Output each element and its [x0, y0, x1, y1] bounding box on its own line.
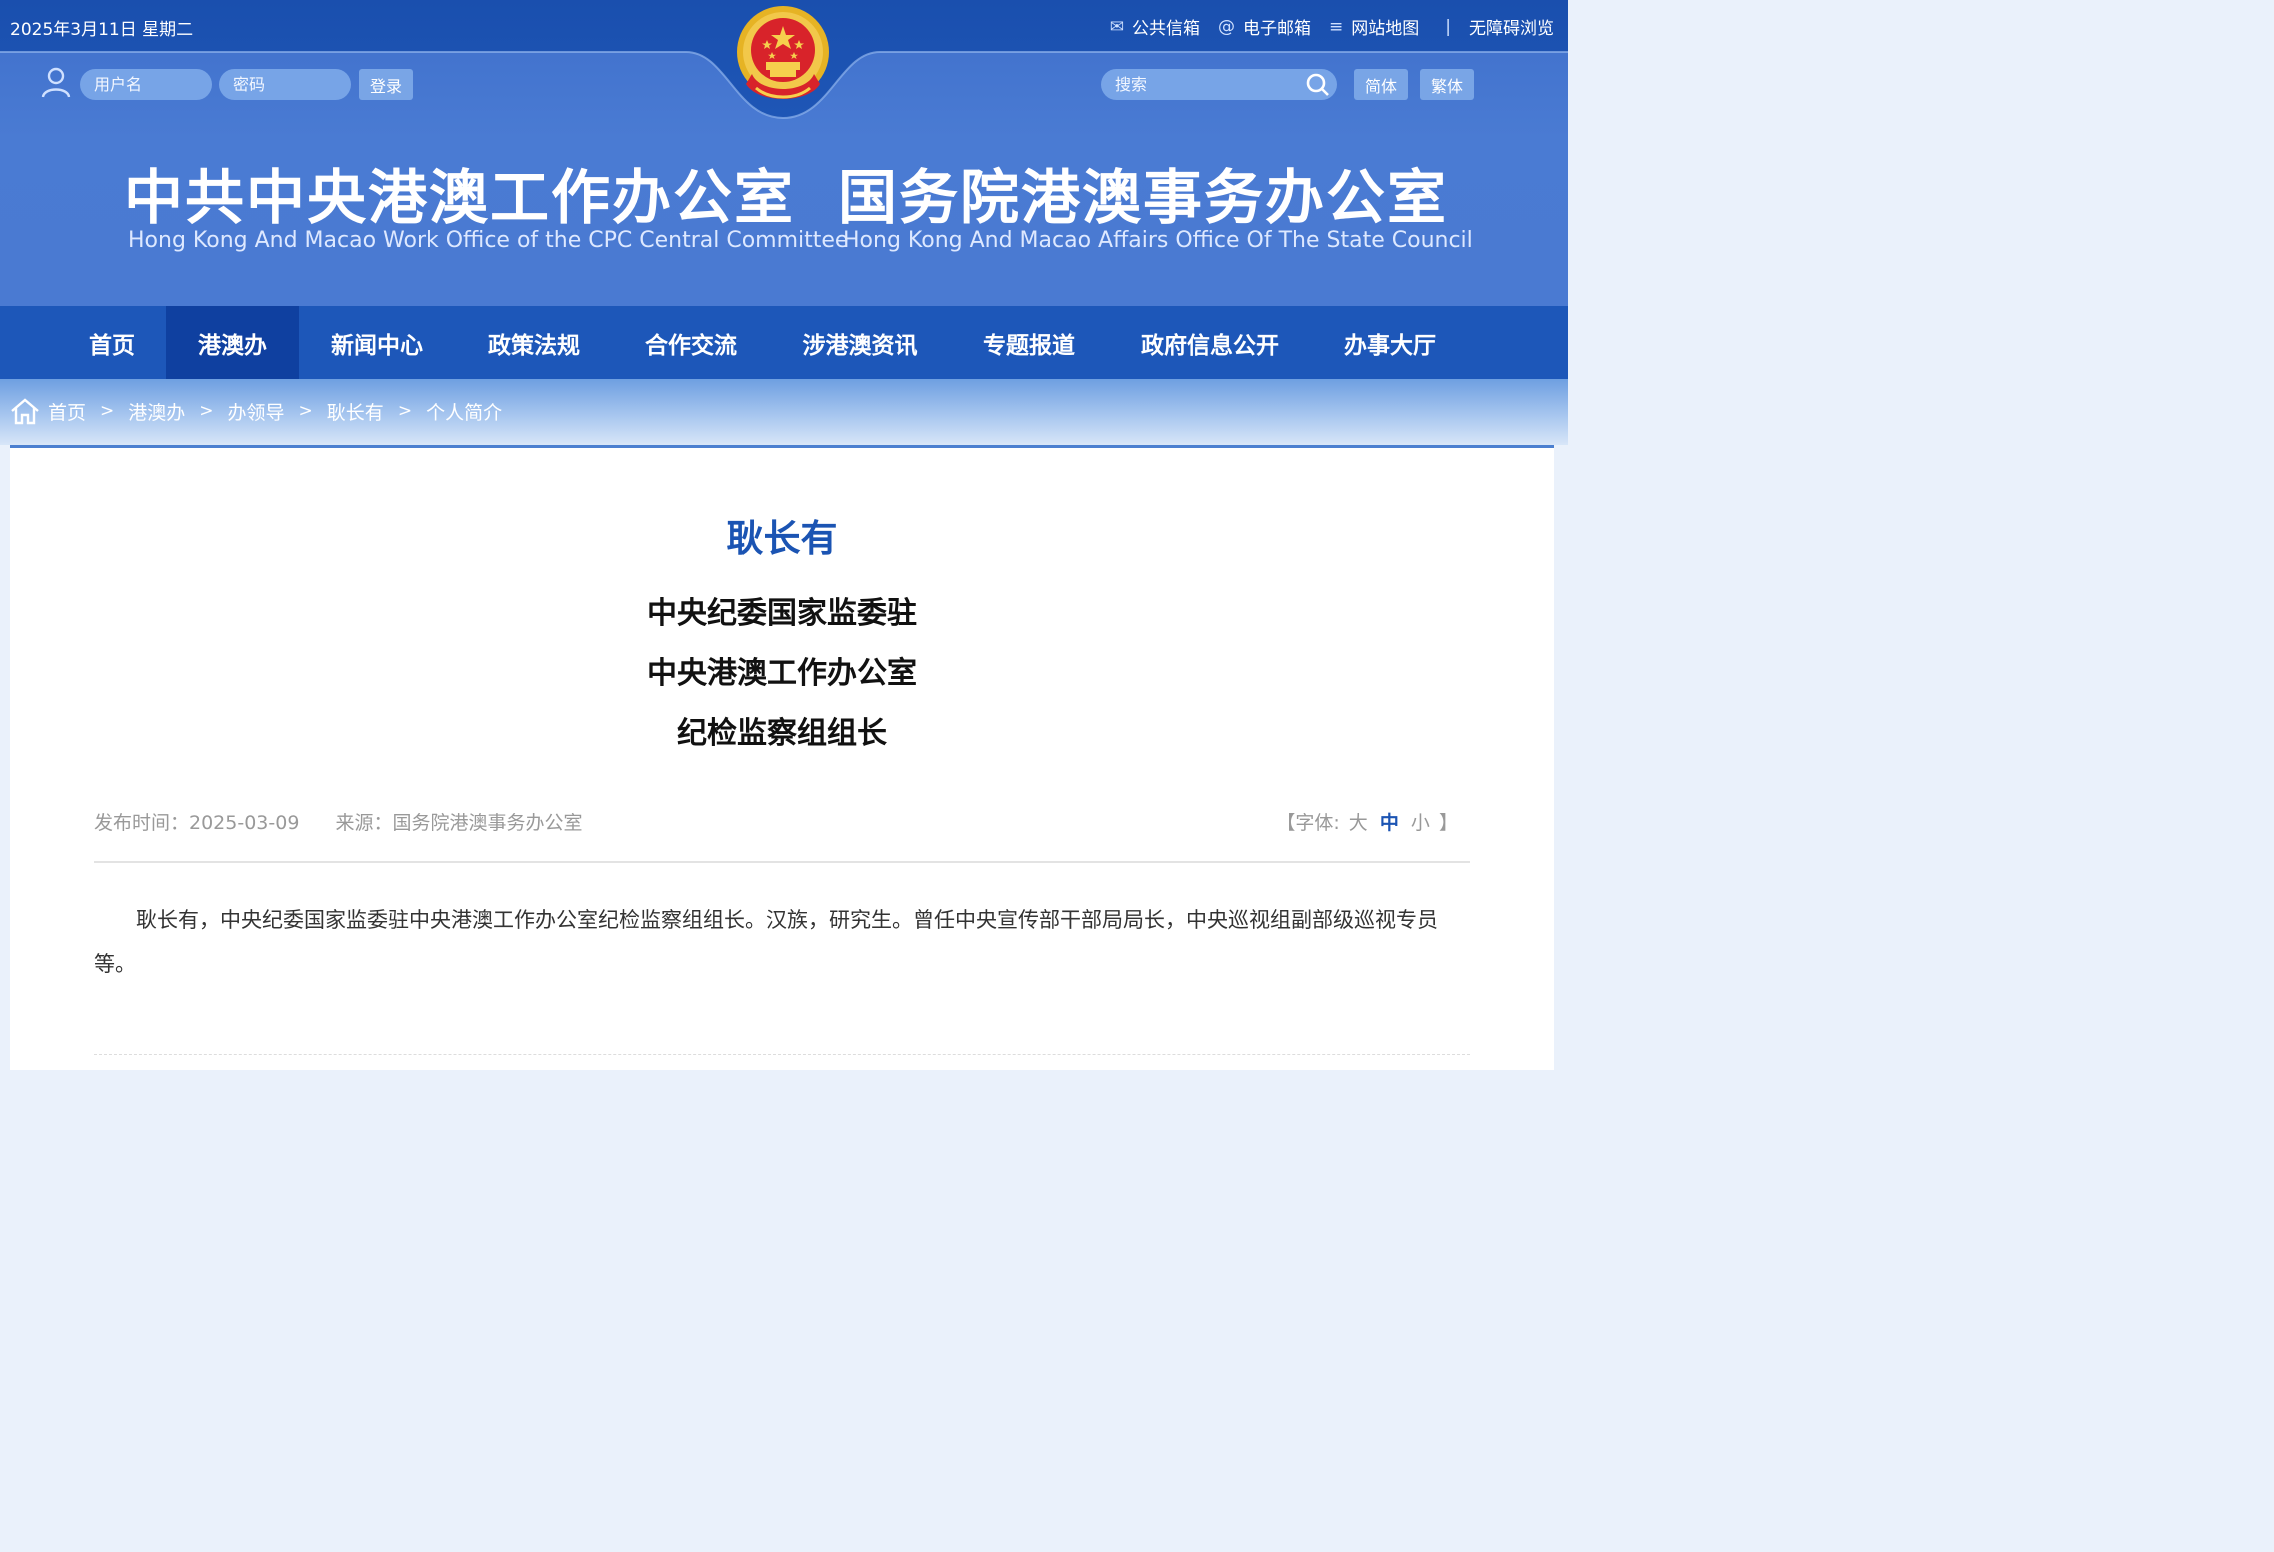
breadcrumb-person[interactable]: 耿长有: [327, 398, 384, 425]
public-mailbox-link[interactable]: ✉ 公共信箱: [1109, 14, 1201, 40]
font-size-large[interactable]: 大: [1349, 812, 1368, 834]
breadcrumb-separator: >: [298, 401, 313, 421]
at-icon: @: [1218, 16, 1236, 37]
search-icon[interactable]: [1305, 72, 1331, 98]
username-input[interactable]: [80, 69, 212, 100]
breadcrumb-hkmao[interactable]: 港澳办: [128, 398, 185, 425]
breadcrumb-separator: >: [199, 401, 214, 421]
nav-item-home[interactable]: 首页: [58, 306, 166, 379]
breadcrumb: 首页 > 港澳办 > 办领导 > 耿长有 > 个人简介: [10, 397, 502, 425]
toplink-separator: |: [1445, 16, 1451, 37]
envelope-icon: ✉: [1109, 16, 1125, 37]
breadcrumb-leaders[interactable]: 办领导: [228, 398, 285, 425]
article-source: 来源：国务院港澳事务办公室: [335, 812, 583, 834]
sitemap-label: 网站地图: [1351, 19, 1420, 39]
title-state-council-office-cn: 国务院港澳事务办公室: [838, 163, 1449, 232]
nav-item-hkmao[interactable]: 港澳办: [166, 306, 299, 379]
bottom-divider: [94, 1054, 1470, 1055]
home-icon[interactable]: [10, 397, 40, 425]
menu-icon: ≡: [1329, 16, 1344, 37]
current-date: 2025年3月11日 星期二: [10, 20, 194, 40]
nav-item-policy[interactable]: 政策法规: [456, 306, 612, 379]
accessibility-link[interactable]: 无障碍浏览: [1469, 14, 1554, 39]
breadcrumb-bar: 首页 > 港澳办 > 办领导 > 耿长有 > 个人简介: [0, 379, 1568, 445]
simplified-chinese-button[interactable]: 简体: [1354, 69, 1408, 100]
main-nav: 首页 港澳办 新闻中心 政策法规 合作交流 涉港澳资讯 专题报道 政府信息公开 …: [0, 306, 1568, 379]
email-label: 电子邮箱: [1243, 19, 1312, 39]
email-link[interactable]: @ 电子邮箱: [1218, 14, 1312, 40]
login-button[interactable]: 登录: [359, 69, 413, 100]
breadcrumb-separator: >: [397, 401, 413, 421]
sitemap-link[interactable]: ≡ 网站地图: [1329, 14, 1420, 40]
position-line-1: 中央纪委国家监委驻: [647, 596, 917, 631]
breadcrumb-home[interactable]: 首页: [48, 398, 86, 425]
font-size-medium[interactable]: 中: [1380, 812, 1399, 834]
search-input[interactable]: [1101, 69, 1337, 100]
user-icon: [41, 67, 71, 98]
nav-item-gov-info[interactable]: 政府信息公开: [1108, 306, 1312, 379]
public-mailbox-label: 公共信箱: [1132, 19, 1201, 39]
title-cpc-office-cn: 中共中央港澳工作办公室: [124, 163, 796, 232]
accessibility-label: 无障碍浏览: [1469, 19, 1554, 39]
nav-item-services[interactable]: 办事大厅: [1312, 306, 1468, 379]
national-emblem-icon: [737, 6, 829, 99]
breadcrumb-separator: >: [100, 401, 115, 421]
person-name: 耿长有: [726, 517, 838, 560]
position-line-2: 中央港澳工作办公室: [647, 656, 917, 691]
top-links: ✉ 公共信箱 @ 电子邮箱 ≡ 网站地图 | 无障碍浏览: [1092, 14, 1554, 40]
font-size-prefix: 【字体:: [1276, 812, 1346, 834]
title-state-council-office-en: Hong Kong And Macao Affairs Office Of Th…: [843, 228, 1473, 253]
font-size-small[interactable]: 小: [1411, 812, 1430, 834]
nav-item-features[interactable]: 专题报道: [950, 306, 1108, 379]
position-line-3: 纪检监察组组长: [677, 716, 887, 751]
site-header: 2025年3月11日 星期二 ✉ 公共信箱 @ 电子邮箱 ≡ 网站地图 | 无障…: [0, 0, 1568, 306]
breadcrumb-profile[interactable]: 个人简介: [426, 398, 502, 425]
title-cpc-office-en: Hong Kong And Macao Work Office of the C…: [128, 228, 849, 253]
article-panel: 耿长有 中央纪委国家监委驻 中央港澳工作办公室 纪检监察组组长 发布时间：202…: [10, 445, 1554, 1070]
traditional-chinese-button[interactable]: 繁体: [1420, 69, 1474, 100]
meta-divider: [94, 861, 1470, 863]
font-size-switcher: 【字体: 大 中 小 】: [1276, 808, 1458, 835]
article-meta: 发布时间：2025-03-09 来源：国务院港澳事务办公室: [94, 808, 612, 835]
nav-item-news[interactable]: 新闻中心: [300, 306, 454, 379]
biography-text: 耿长有，中央纪委国家监委驻中央港澳工作办公室纪检监察组组长。汉族，研究生。曾任中…: [94, 908, 1438, 976]
font-size-suffix: 】: [1438, 812, 1458, 834]
nav-item-hkmacao-info[interactable]: 涉港澳资讯: [770, 306, 950, 379]
password-input[interactable]: [219, 69, 351, 100]
nav-item-cooperation[interactable]: 合作交流: [613, 306, 769, 379]
publish-time: 发布时间：2025-03-09: [94, 812, 300, 834]
